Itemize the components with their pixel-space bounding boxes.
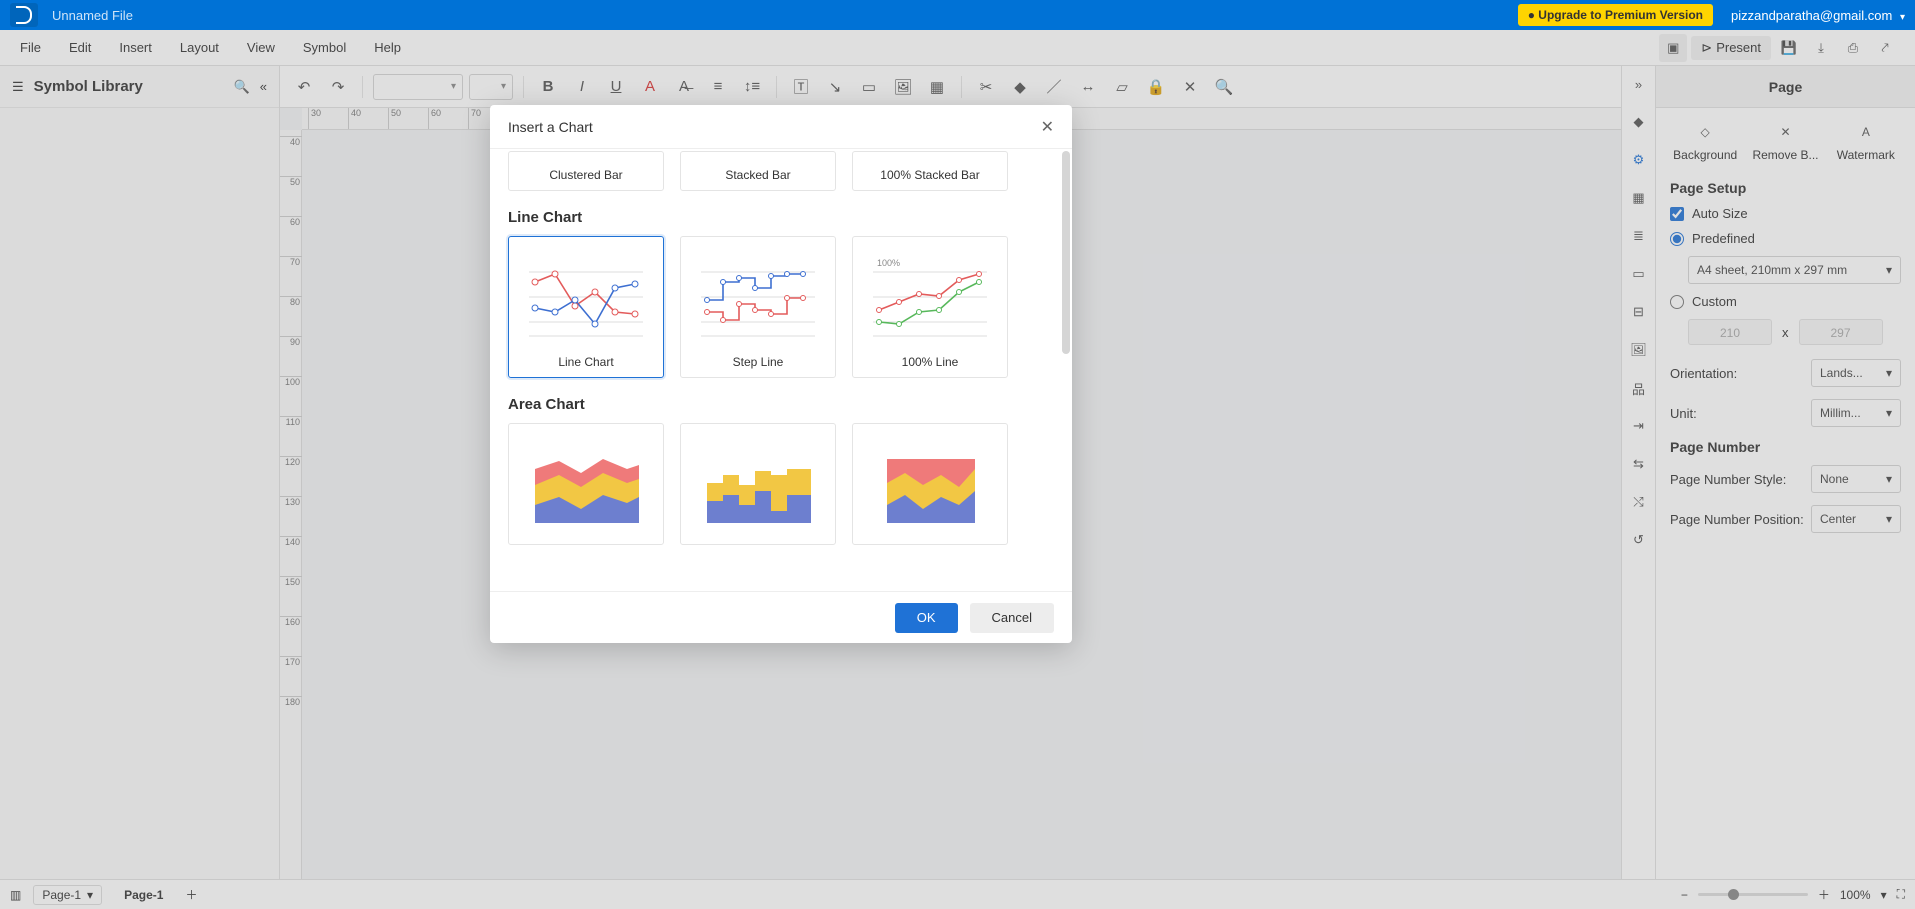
scrollbar[interactable] [1062, 151, 1070, 354]
upgrade-button[interactable]: Upgrade to Premium Version [1518, 4, 1713, 26]
insert-chart-dialog: Insert a Chart ✕ Clustered Bar Stacked B… [490, 105, 1072, 643]
chart-option-label: Line Chart [517, 355, 655, 369]
chart-option-100-area[interactable] [852, 423, 1008, 545]
chart-option-label: 100% Stacked Bar [853, 168, 1007, 182]
cancel-button[interactable]: Cancel [970, 603, 1054, 633]
close-icon[interactable]: ✕ [1041, 117, 1054, 137]
caret-down-icon: ▾ [1900, 12, 1905, 23]
step-line-thumbnail [689, 245, 827, 349]
100-area-thumbnail [861, 432, 999, 536]
titlebar: Unnamed File Upgrade to Premium Version … [0, 0, 1915, 30]
area-thumbnail [517, 432, 655, 536]
pct-label: 100% [877, 258, 900, 268]
file-name[interactable]: Unnamed File [52, 8, 133, 23]
chart-option-step-area[interactable] [680, 423, 836, 545]
chart-option-label: Step Line [689, 355, 827, 369]
user-email[interactable]: pizzandparatha@gmail.com ▾ [1731, 8, 1905, 23]
chart-option-100-line[interactable]: 100% 100% Line [852, 236, 1008, 378]
chart-option-area[interactable] [508, 423, 664, 545]
chart-option-label: Clustered Bar [509, 168, 663, 182]
100-line-thumbnail: 100% [861, 245, 999, 349]
line-chart-section-title: Line Chart [508, 209, 1054, 226]
chart-option-label: Stacked Bar [681, 168, 835, 182]
line-chart-thumbnail [517, 245, 655, 349]
dialog-title: Insert a Chart [508, 119, 593, 135]
ok-button[interactable]: OK [895, 603, 958, 633]
chart-option-stacked-bar[interactable]: Stacked Bar [680, 151, 836, 191]
app-logo[interactable] [10, 3, 38, 27]
area-chart-section-title: Area Chart [508, 396, 1054, 413]
chart-option-label: 100% Line [861, 355, 999, 369]
step-area-thumbnail [689, 432, 827, 536]
chart-option-step-line[interactable]: Step Line [680, 236, 836, 378]
user-email-label: pizzandparatha@gmail.com [1731, 8, 1892, 23]
chart-option-100-stacked-bar[interactable]: 100% Stacked Bar [852, 151, 1008, 191]
chart-option-clustered-bar[interactable]: Clustered Bar [508, 151, 664, 191]
chart-option-line-chart[interactable]: Line Chart [508, 236, 664, 378]
